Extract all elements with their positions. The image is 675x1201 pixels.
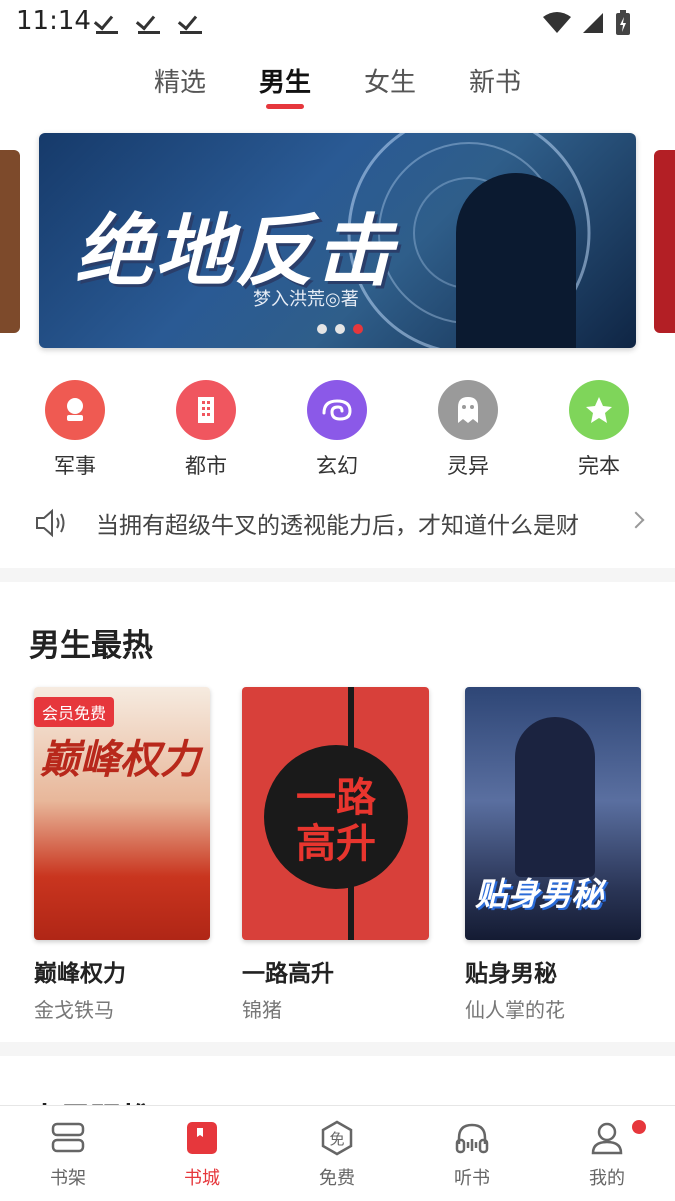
category-label: 玄幻: [316, 454, 358, 478]
star-icon: [569, 380, 629, 440]
banner-dot-active[interactable]: [353, 324, 363, 334]
cover-title: 贴身男秘: [475, 875, 604, 913]
category-row: 军事 都市 玄幻 灵异 完本: [0, 370, 675, 490]
category-urban[interactable]: 都市: [161, 380, 251, 480]
tab-male[interactable]: 男生: [259, 62, 311, 99]
banner-dot[interactable]: [335, 324, 345, 334]
nav-free[interactable]: 免 免费: [287, 1120, 387, 1190]
category-label: 灵异: [447, 454, 489, 478]
battery-icon: [616, 10, 630, 35]
tab-new-books[interactable]: 新书: [469, 62, 521, 99]
banner-author: 梦入洪荒◎著: [253, 289, 359, 310]
bottom-nav: 书架 书城 免 免费 听书 我的: [0, 1105, 675, 1201]
bookshelf-icon: [51, 1122, 85, 1153]
banner-card[interactable]: 绝地反击 梦入洪荒◎著: [39, 133, 636, 348]
banner-prev-card[interactable]: [0, 150, 20, 333]
free-icon: 免: [321, 1120, 353, 1156]
book-title: 一路高升: [242, 961, 334, 987]
banner-figure: [456, 173, 576, 348]
nav-label: 我的: [589, 1168, 625, 1189]
status-time: 11:14: [16, 6, 91, 36]
tab-featured[interactable]: 精选: [154, 62, 206, 99]
nav-label: 书城: [184, 1168, 220, 1189]
download-done-icon: [96, 8, 118, 34]
status-bar: 11:14: [0, 0, 675, 46]
nav-label: 书架: [50, 1168, 86, 1189]
hot-section: 男生最热 巅峰权力 会员免费 巅峰权力 金戈铁马 一路高升 一路高升 锦猪 贴身…: [0, 582, 675, 1042]
download-done-icon: [180, 8, 202, 34]
status-indicators: [543, 10, 631, 36]
book-cover: 巅峰权力 会员免费: [34, 687, 210, 940]
nav-bookshelf[interactable]: 书架: [18, 1120, 118, 1190]
category-completed[interactable]: 完本: [554, 380, 644, 480]
signal-icon: [583, 13, 603, 33]
notification-dot: [632, 1120, 646, 1134]
download-done-icon: [138, 8, 160, 34]
bookstore-icon: [187, 1122, 217, 1154]
category-label: 军事: [54, 454, 96, 478]
banner-dot[interactable]: [317, 324, 327, 334]
banner-carousel: 绝地反击 梦入洪荒◎著: [0, 120, 675, 370]
book-card[interactable]: 一路高升 一路高升 锦猪: [242, 687, 429, 1023]
recommend-section: 大男强推: [0, 1056, 675, 1106]
category-supernatural[interactable]: 灵异: [423, 380, 513, 480]
book-cover: 一路高升: [242, 687, 429, 940]
banner-pagination: [317, 324, 363, 334]
book-card[interactable]: 巅峰权力 会员免费 巅峰权力 金戈铁马: [34, 687, 210, 1023]
wifi-icon: [543, 12, 571, 33]
book-card[interactable]: 贴身男秘 贴身男秘 仙人掌的花: [465, 687, 641, 1023]
book-author: 金戈铁马: [34, 998, 114, 1022]
vip-free-badge: 会员免费: [34, 697, 115, 727]
book-title: 巅峰权力: [34, 961, 126, 987]
book-author: 仙人掌的花: [465, 998, 565, 1022]
speaker-icon: [36, 508, 65, 538]
section-title: 男生最热: [29, 628, 153, 664]
book-title: 贴身男秘: [465, 961, 557, 987]
building-icon: [176, 380, 236, 440]
book-author: 锦猪: [242, 998, 282, 1022]
cover-figure: [515, 717, 595, 877]
category-military[interactable]: 军事: [30, 380, 120, 480]
status-notifications: [96, 8, 202, 34]
cover-title: 一路高升: [296, 775, 376, 867]
svg-text:免: 免: [329, 1130, 344, 1148]
active-tab-indicator: [266, 104, 304, 109]
tab-female[interactable]: 女生: [364, 62, 416, 99]
category-fantasy[interactable]: 玄幻: [292, 380, 382, 480]
top-tab-bar: 精选 男生 女生 新书: [0, 46, 675, 120]
profile-icon: [591, 1122, 623, 1155]
headphones-icon: [455, 1123, 489, 1154]
announcement-text: 当拥有超级牛叉的透视能力后，才知道什么是财: [96, 513, 579, 539]
announcement-bar[interactable]: 当拥有超级牛叉的透视能力后，才知道什么是财: [0, 490, 675, 568]
swirl-icon: [307, 380, 367, 440]
nav-label: 听书: [454, 1168, 490, 1189]
category-label: 都市: [185, 454, 227, 478]
category-label: 完本: [578, 454, 620, 478]
ghost-icon: [438, 380, 498, 440]
nav-bookstore[interactable]: 书城: [152, 1120, 252, 1190]
nav-label: 免费: [319, 1168, 355, 1189]
cover-title: 巅峰权力: [40, 737, 200, 783]
book-cover: 贴身男秘: [465, 687, 641, 940]
banner-next-card[interactable]: [654, 150, 675, 333]
medal-icon: [45, 380, 105, 440]
nav-audiobook[interactable]: 听书: [422, 1120, 522, 1190]
